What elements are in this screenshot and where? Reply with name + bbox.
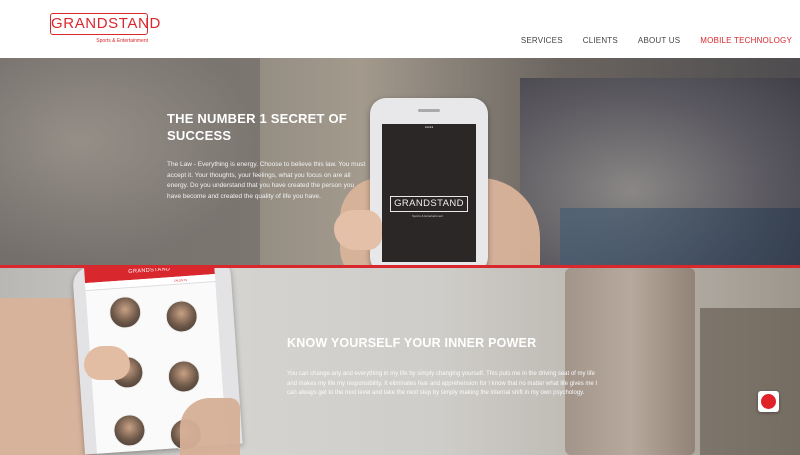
chat-bubble-icon <box>761 394 776 409</box>
nav-clients[interactable]: CLIENTS <box>583 36 618 45</box>
background-blur <box>560 208 800 265</box>
main-nav: SERVICES CLIENTS ABOUT US MOBILE TECHNOL… <box>521 36 792 45</box>
logo-tagline: Sports & Entertainment <box>96 38 148 44</box>
avatar <box>164 299 199 334</box>
avatar <box>112 413 147 448</box>
nav-mobile-technology[interactable]: MOBILE TECHNOLOGY <box>700 36 792 45</box>
hero-title: KNOW YOURSELF YOUR INNER POWER <box>287 336 537 350</box>
phone-image: ●●●● GRANDSTAND Sports & Entertainment <box>370 98 488 265</box>
hero-text: You can change any and everything in my … <box>287 371 598 397</box>
hero-text: The Law - Everything is energy. Choose t… <box>167 161 366 200</box>
thumb-image <box>84 346 130 380</box>
phone-logo-tagline: Sports & Entertainment <box>412 214 444 218</box>
hero-inner-power-section: GRANDSTAND TALENTS KNOW YOURSELF YOUR IN… <box>0 268 800 455</box>
phone-speaker <box>418 109 440 112</box>
avatar <box>166 359 201 394</box>
chat-button[interactable] <box>758 391 779 412</box>
nav-about-us[interactable]: ABOUT US <box>638 36 680 45</box>
background-blur <box>700 308 800 455</box>
phone-screen: ●●●● GRANDSTAND Sports & Entertainment <box>382 124 476 262</box>
phone-logo: GRANDSTAND <box>390 196 468 212</box>
nav-services[interactable]: SERVICES <box>521 36 563 45</box>
phone-statusbar: ●●●● <box>424 125 434 129</box>
site-logo[interactable]: GRANDSTAND Sports & Entertainment <box>50 13 160 45</box>
hero-title: THE NUMBER 1 SECRET OF SUCCESS <box>167 111 347 143</box>
site-header: GRANDSTAND Sports & Entertainment SERVIC… <box>0 0 800 58</box>
avatar <box>108 295 143 330</box>
hero-success-section: ●●●● GRANDSTAND Sports & Entertainment T… <box>0 58 800 265</box>
glass-image <box>565 268 695 455</box>
thumb-image <box>334 210 382 250</box>
logo-wordmark: GRANDSTAND <box>50 13 160 35</box>
hand-image <box>180 398 240 455</box>
